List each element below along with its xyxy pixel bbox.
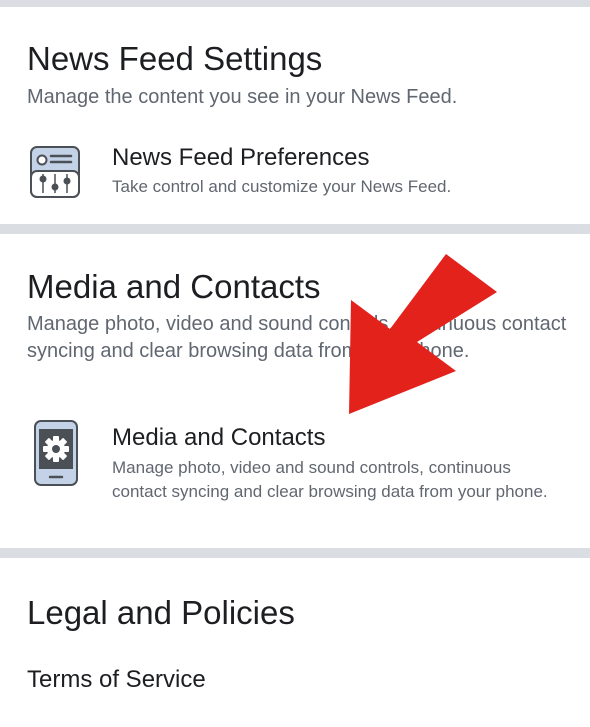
annotation-arrow [349,254,497,414]
